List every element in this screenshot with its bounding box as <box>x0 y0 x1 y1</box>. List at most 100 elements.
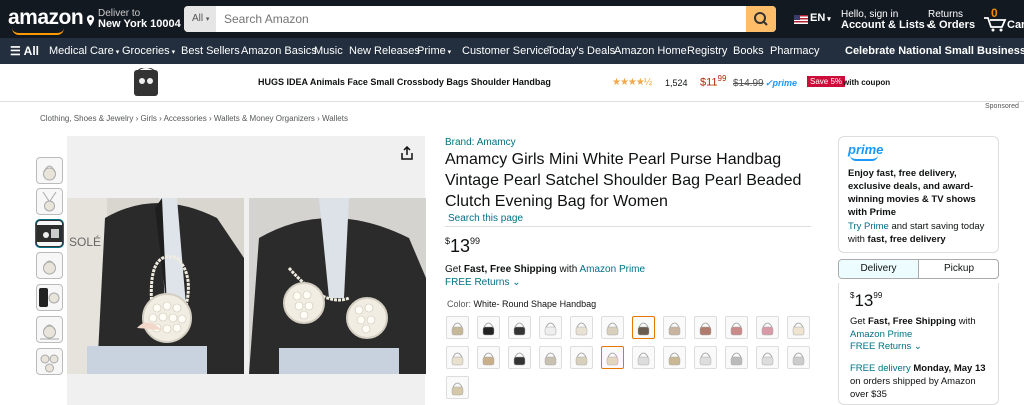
search-category-dropdown[interactable]: All ▾ <box>184 6 216 32</box>
color-swatch[interactable] <box>508 316 531 339</box>
nav-item-new-releases[interactable]: New Releases <box>349 45 420 57</box>
color-swatch[interactable] <box>570 316 593 339</box>
color-swatch[interactable] <box>539 346 562 369</box>
color-swatch[interactable] <box>446 376 469 399</box>
product-photo-left: SOLÉ <box>67 198 244 374</box>
language-selector[interactable]: EN ▾ <box>810 12 831 24</box>
color-swatch[interactable] <box>601 316 624 339</box>
ad-list-price: $14.99 <box>733 78 764 89</box>
nav-item-todays-deals[interactable]: Today's Deals <box>547 45 615 57</box>
tab-delivery[interactable]: Delivery <box>839 260 919 278</box>
color-swatch[interactable] <box>725 346 748 369</box>
buybox-shipping: Get Fast, Free Shipping with Amazon Prim… <box>850 316 976 340</box>
color-swatch[interactable] <box>539 316 562 339</box>
thumbnail[interactable] <box>36 157 63 184</box>
hamburger-icon: ☰ <box>10 44 21 58</box>
color-swatch[interactable] <box>601 346 624 369</box>
deliver-to-location: New York 10004 <box>98 18 181 30</box>
thumbnail[interactable] <box>36 188 63 215</box>
account-menu[interactable]: Hello, sign in Account & Lists ▾ <box>841 9 930 32</box>
thumbnail[interactable] <box>36 284 63 311</box>
price-fraction: 99 <box>470 236 481 246</box>
color-swatch[interactable] <box>477 316 500 339</box>
color-swatch[interactable] <box>477 346 500 369</box>
buybox-price: $1399 <box>850 291 883 310</box>
brand-link[interactable]: Brand: Amamcy <box>445 137 516 148</box>
price-whole: 13 <box>450 236 471 256</box>
search-bar: All ▾ <box>184 6 776 32</box>
cart-icon <box>984 17 1007 32</box>
us-flag-icon <box>794 15 808 24</box>
color-swatch[interactable] <box>694 316 717 339</box>
amazon-prime-link[interactable]: Amazon Prime <box>580 264 646 275</box>
nav-item-books[interactable]: Books <box>733 45 764 57</box>
amazon-logo[interactable]: amazon <box>8 6 84 30</box>
share-icon[interactable] <box>400 146 414 160</box>
ad-product-title[interactable]: HUGS IDEA Animals Face Small Crossbody B… <box>258 77 551 87</box>
account-lists-label: Account & Lists <box>841 19 925 31</box>
prime-smile-icon <box>850 155 878 161</box>
color-swatch[interactable] <box>570 346 593 369</box>
color-swatch[interactable] <box>725 316 748 339</box>
color-swatch[interactable] <box>756 346 779 369</box>
color-swatch[interactable] <box>446 346 469 369</box>
nav-item-best-sellers[interactable]: Best Sellers <box>181 45 240 57</box>
returns-orders[interactable]: Returns & Orders <box>928 9 975 31</box>
color-swatch[interactable] <box>632 316 655 339</box>
nav-item-music[interactable]: Music <box>314 45 343 57</box>
thumbnail[interactable] <box>36 348 63 375</box>
buybox-prime-link[interactable]: Amazon Prime <box>850 329 912 340</box>
buybox-free-returns[interactable]: FREE Returns ⌄ <box>850 341 922 352</box>
tab-pickup[interactable]: Pickup <box>919 260 998 278</box>
color-swatch[interactable] <box>508 346 531 369</box>
deliver-to[interactable]: Deliver to New York 10004 <box>98 8 181 30</box>
ad-price-fraction: 99 <box>717 74 727 83</box>
nav-item-amazon-basics[interactable]: Amazon Basics <box>241 45 317 57</box>
color-swatch[interactable] <box>756 316 779 339</box>
color-swatch[interactable] <box>632 346 655 369</box>
ad-price: $1199 <box>700 74 726 89</box>
ad-product-thumbnail[interactable] <box>128 68 164 98</box>
nav-item-medical-care[interactable]: Medical Care ▾ <box>49 45 119 57</box>
free-returns-link[interactable]: FREE Returns ⌄ <box>445 277 521 288</box>
nav-item-groceries[interactable]: Groceries ▾ <box>122 45 175 57</box>
search-this-page-link[interactable]: Search this page <box>448 213 523 224</box>
nav-item-amazon-home[interactable]: Amazon Home <box>614 45 687 57</box>
color-swatch[interactable] <box>446 316 469 339</box>
nav-item-registry[interactable]: Registry <box>687 45 727 57</box>
nav-item-customer-service[interactable]: Customer Service <box>462 45 549 57</box>
nav-item-prime[interactable]: Prime ▾ <box>417 45 451 57</box>
cart-label: Cart <box>1007 19 1024 31</box>
product-photo-right <box>249 198 426 374</box>
thumbnail[interactable] <box>36 316 63 343</box>
thumbnail-selected[interactable] <box>36 220 63 247</box>
orders-label: & Orders <box>928 19 976 31</box>
divider <box>445 226 811 227</box>
search-category-label: All <box>192 13 204 24</box>
product-title: Amamcy Girls Mini White Pearl Purse Hand… <box>445 151 802 210</box>
search-button[interactable] <box>746 6 776 32</box>
try-prime-link[interactable]: Try Prime <box>848 221 889 232</box>
search-input[interactable] <box>218 6 728 32</box>
ad-save-badge: Save 5% <box>807 76 846 87</box>
ad-prime-badge: ✓prime <box>765 78 798 88</box>
caret-down-icon: ▾ <box>825 16 831 23</box>
color-swatch[interactable] <box>787 316 810 339</box>
prime-pitch: Enjoy fast, free delivery, exclusive dea… <box>848 168 976 218</box>
color-swatch[interactable] <box>663 346 686 369</box>
nav-promo-link[interactable]: Celebrate National Small Business Month <box>845 45 1024 57</box>
thumbnail[interactable] <box>36 252 63 279</box>
product-price: $1399 <box>445 236 480 257</box>
secondary-navbar: ☰ All Medical Care ▾ Groceries ▾ Best Se… <box>0 38 1024 64</box>
nav-item-pharmacy[interactable]: Pharmacy <box>770 45 820 57</box>
sponsored-label[interactable]: Sponsored <box>985 103 1019 110</box>
breadcrumb[interactable]: Clothing, Shoes & Jewelry › Girls › Acce… <box>40 114 348 123</box>
nav-all-label: All <box>23 44 39 58</box>
cart-button[interactable]: 0 Cart <box>983 6 1024 32</box>
ad-rating-count[interactable]: 1,524 <box>665 78 688 88</box>
free-delivery-link[interactable]: FREE delivery <box>850 363 911 374</box>
nav-all-button[interactable]: ☰ All <box>10 44 39 58</box>
color-swatch[interactable] <box>694 346 717 369</box>
color-swatch[interactable] <box>787 346 810 369</box>
color-swatch[interactable] <box>663 316 686 339</box>
